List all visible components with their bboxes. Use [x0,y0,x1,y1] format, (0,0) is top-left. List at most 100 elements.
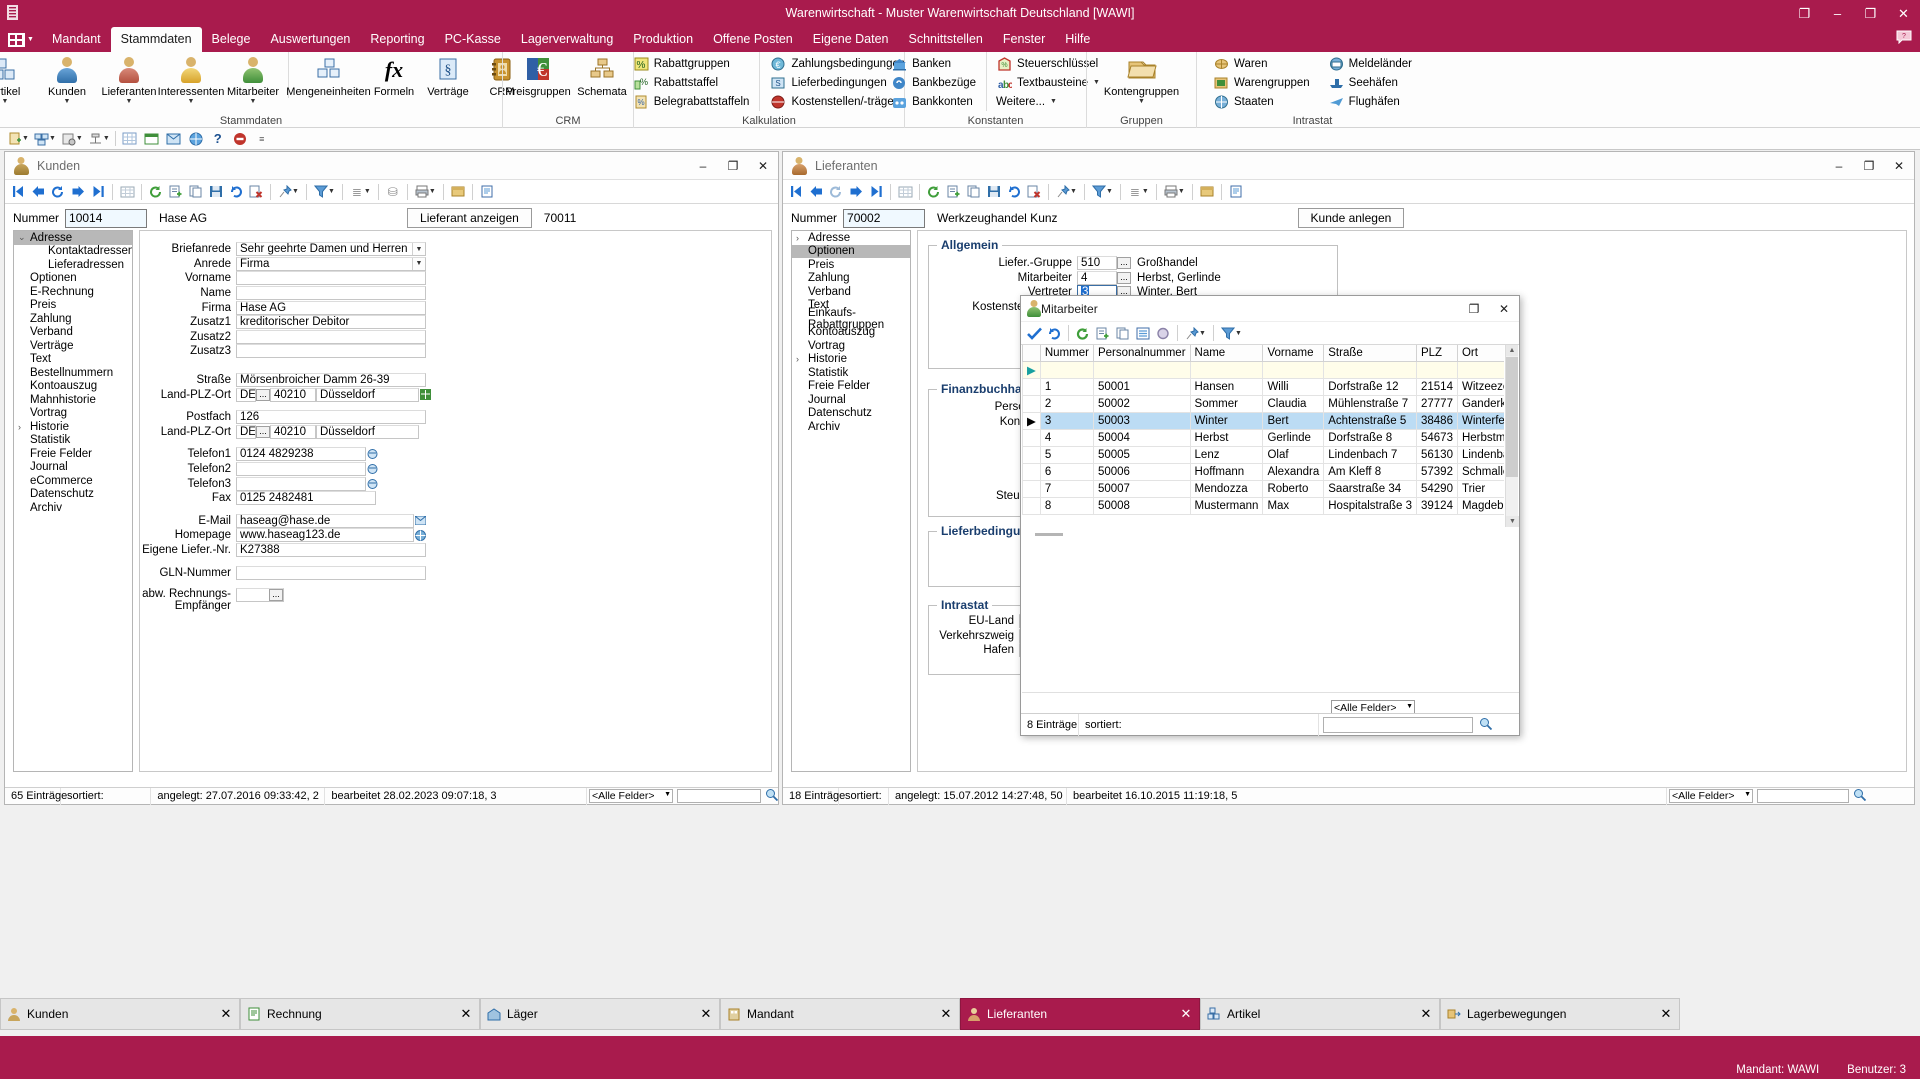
menu-item-offene-posten[interactable]: Offene Posten [703,27,803,52]
menu-item-mandant[interactable]: Mandant [42,27,111,52]
chevron-down-icon[interactable]: ▼ [2,98,9,105]
tree-item-kontoauszug[interactable]: Kontoauszug [14,380,132,394]
chevron-down-icon[interactable]: ▼ [1142,188,1149,195]
taskbar-item-lagerbewegungen[interactable]: Lagerbewegungen ✕ [1440,998,1680,1030]
scroll-up-button[interactable]: ▲ [1506,345,1518,356]
chevron-down-icon[interactable]: ▼ [76,135,83,142]
globe-icon[interactable] [185,129,207,149]
archive-icon[interactable] [448,181,468,202]
mitarbeiter-grid[interactable]: Nummer Personalnummer Name Vorname Straß… [1022,345,1504,527]
taskbar-close-lagerbewegungen[interactable]: ✕ [1657,1006,1675,1022]
menu-item-belege[interactable]: Belege [202,27,261,52]
liefer-gruppe-picker-button[interactable]: ... [1117,257,1131,270]
copy-record-icon[interactable] [186,181,206,202]
confirm-icon[interactable] [1024,323,1044,344]
mitarbeiter-maximize-button[interactable]: ❐ [1459,295,1489,323]
table-row[interactable]: 7 50007 Mendozza Roberto Saarstraße 34 5… [1022,479,1504,498]
tree-item-optionen[interactable]: Optionen [14,272,132,286]
mail-icon[interactable] [414,514,427,527]
input-telefon2[interactable] [236,462,366,477]
new-record-icon[interactable] [944,181,964,202]
delete-record-icon[interactable] [246,181,266,202]
window-maximize-button[interactable]: ❐ [1854,0,1887,27]
filter-ort[interactable] [1456,360,1504,379]
more-icon[interactable]: ≡ [251,129,273,149]
ribbon-button-staaten[interactable]: Staaten [1209,92,1314,111]
taskbar-item-laeger[interactable]: Läger ✕ [480,998,720,1030]
tree-item-optionen[interactable]: Optionen [792,244,910,258]
ribbon-button-meldelaender[interactable]: Meldeländer [1324,54,1416,73]
menu-item-pc-kasse[interactable]: PC-Kasse [435,27,511,52]
lieferanten-navigation-tree[interactable]: › Adresse Optionen Preis Zahlung Verband … [791,230,911,772]
chevron-down-icon[interactable]: ▼ [429,188,436,195]
menu-item-stammdaten[interactable]: Stammdaten [110,27,202,52]
ribbon-button-kunden[interactable]: Kunden ▼ [36,52,98,105]
next-record-icon[interactable] [846,181,866,202]
input-fax[interactable]: 0125 2482481 [236,491,376,506]
window-restore-button[interactable]: ❐ [1788,0,1821,27]
kunden-search-input[interactable] [677,789,761,803]
input-liefer-gruppe[interactable]: 510 [1077,256,1117,271]
tree-item-e-rechnung[interactable]: E-Rechnung [14,285,132,299]
col-nummer[interactable]: Nummer [1039,345,1094,362]
taskbar-item-mandant[interactable]: Mandant ✕ [720,998,960,1030]
tree-item-statistik[interactable]: Statistik [792,366,910,380]
filter-plz[interactable] [1415,360,1458,379]
filter-vorname[interactable] [1262,360,1325,379]
tree-item-journal[interactable]: Journal [14,461,132,475]
mail-icon[interactable] [163,129,185,149]
input-ort-1[interactable]: Düsseldorf [316,387,419,402]
chevron-down-icon[interactable]: ▼ [64,98,71,105]
copy-record-icon[interactable] [1113,323,1133,344]
tree-item-mahnhistorie[interactable]: Mahnhistorie [14,393,132,407]
table-row[interactable]: 1 50001 Hansen Willi Dorfstraße 12 21514… [1022,377,1504,396]
abw-picker-button[interactable]: ... [269,588,283,601]
taskbar-item-lieferanten[interactable]: Lieferanten ✕ [960,998,1200,1030]
reload-icon[interactable] [924,181,944,202]
tree-item-statistik[interactable]: Statistik [14,434,132,448]
globe-icon[interactable] [414,529,427,542]
input-email[interactable]: haseag@hase.de [236,513,414,528]
input-briefanrede[interactable]: Sehr geehrte Damen und Herren ▼ [236,242,426,257]
scroll-down-button[interactable]: ▼ [1506,516,1519,527]
table-view-icon[interactable] [117,181,137,202]
input-zusatz1[interactable]: kreditorischer Debitor [236,315,426,330]
tree-item-archiv[interactable]: Archiv [14,501,132,515]
lieferant-anzeigen-button[interactable]: Lieferant anzeigen [407,208,532,228]
copy-record-icon[interactable] [964,181,984,202]
kunden-navigation-tree[interactable]: ⌄ Adresse Kontaktadressen Lieferadressen … [13,230,133,772]
input-name[interactable] [236,286,426,301]
ribbon-button-mengeneinheiten[interactable]: Mengeneinheiten [286,52,371,98]
ribbon-button-banken[interactable]: Banken [887,54,980,73]
ribbon-button-vertraege[interactable]: § Verträge [420,52,476,98]
filter-nummer[interactable] [1039,360,1094,379]
taskbar-close-rechnung[interactable]: ✕ [457,1006,475,1022]
ribbon-button-rabattstaffel[interactable]: % Rabattstaffel [629,73,754,92]
chevron-down-icon[interactable]: ▼ [292,188,299,195]
ribbon-button-seehaefen[interactable]: Seehäfen [1324,73,1416,92]
tree-item-kontaktadressen[interactable]: Kontaktadressen [14,245,132,259]
reload-icon[interactable] [146,181,166,202]
refresh-record-icon[interactable] [826,181,846,202]
tree-item-verband[interactable]: Verband [792,285,910,299]
ribbon-button-flughaefen[interactable]: Flughäfen [1324,92,1416,111]
next-record-icon[interactable] [68,181,88,202]
ribbon-button-artikel[interactable]: Artikel ▼ [0,52,36,105]
tree-item-vertraege[interactable]: Verträge [14,339,132,353]
chevron-down-icon[interactable]: ▼ [412,243,425,256]
chevron-down-icon[interactable]: ▼ [250,98,257,105]
input-anrede[interactable]: Firma ▼ [236,256,426,271]
grid-splitter[interactable] [1035,533,1063,536]
ribbon-button-bankkonten[interactable]: Bankkonten [887,92,980,111]
ribbon-button-schemata[interactable]: Schemata [572,52,632,98]
chevron-down-icon[interactable]: ▼ [1235,330,1242,337]
save-record-icon[interactable] [206,181,226,202]
new-record-icon[interactable] [1093,323,1113,344]
input-land-1[interactable]: DE [236,387,256,402]
mitarbeiter-picker-button[interactable]: ... [1117,271,1131,284]
ribbon-button-interessenten[interactable]: Interessenten ▼ [158,52,224,105]
phone-icon[interactable] [366,477,379,490]
input-abw-rechnungsempfaenger[interactable]: ... [236,587,284,602]
chevron-down-icon[interactable]: ▼ [1178,188,1185,195]
phone-icon[interactable] [366,448,379,461]
